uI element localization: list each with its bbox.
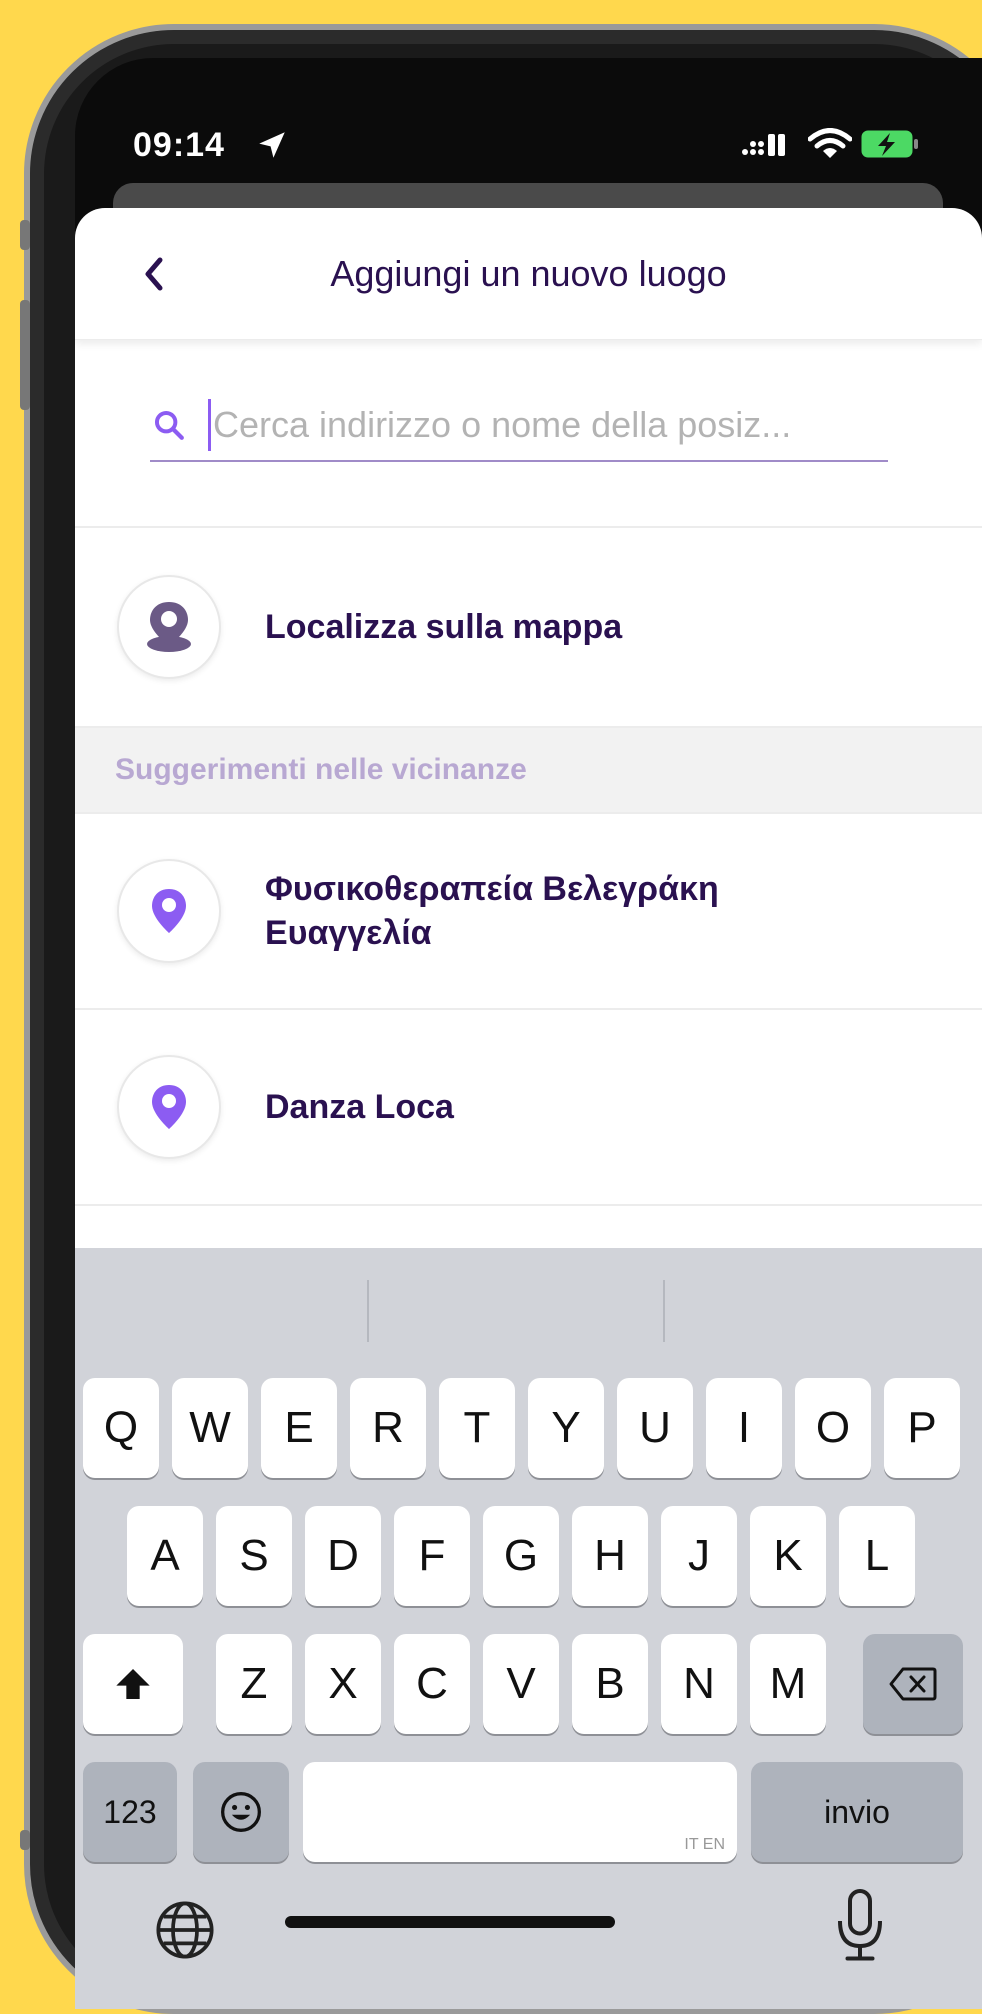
- key-q[interactable]: Q: [83, 1378, 159, 1478]
- key-j[interactable]: J: [661, 1506, 737, 1606]
- nearby-suggestions-header: Suggerimenti nelle vicinanze: [75, 728, 982, 814]
- key-i[interactable]: I: [706, 1378, 782, 1478]
- search-input[interactable]: [211, 404, 888, 446]
- numbers-key[interactable]: 123: [83, 1762, 177, 1862]
- key-r[interactable]: R: [350, 1378, 426, 1478]
- backspace-icon: [889, 1667, 937, 1701]
- suggestion-icon-circle: [117, 1055, 221, 1159]
- section-heading: Suggerimenti nelle vicinanze: [115, 753, 527, 786]
- key-a[interactable]: A: [127, 1506, 203, 1606]
- language-hint: IT EN: [684, 1836, 725, 1853]
- back-button[interactable]: [131, 252, 175, 296]
- keyboard-row-1: Q W E R T Y U I O P: [75, 1378, 982, 1478]
- key-k[interactable]: K: [750, 1506, 826, 1606]
- side-button: [20, 300, 30, 410]
- key-l[interactable]: L: [839, 1506, 915, 1606]
- key-v[interactable]: V: [483, 1634, 559, 1734]
- suggestion-icon-circle: [117, 859, 221, 963]
- key-p[interactable]: P: [884, 1378, 960, 1478]
- key-h[interactable]: H: [572, 1506, 648, 1606]
- locate-icon-circle: [117, 575, 221, 679]
- side-button: [20, 220, 30, 250]
- key-b[interactable]: B: [572, 1634, 648, 1734]
- key-d[interactable]: D: [305, 1506, 381, 1606]
- locate-on-map-label: Localizza sulla mappa: [265, 607, 623, 646]
- page-title: Aggiungi un nuovo luogo: [330, 252, 727, 294]
- space-key[interactable]: IT EN: [303, 1762, 737, 1862]
- key-u[interactable]: U: [617, 1378, 693, 1478]
- locate-on-map-row[interactable]: Localizza sulla mappa: [75, 528, 982, 728]
- suggestion-item[interactable]: Φυσικοθεραπεία Βελεγράκη Ευαγγελία: [75, 814, 982, 1010]
- map-pin-icon: [152, 889, 186, 933]
- search-field[interactable]: [150, 390, 888, 462]
- suggestion-divider: [367, 1280, 369, 1342]
- back-chevron-icon: [145, 257, 163, 291]
- keyboard-row-4: 123 IT EN invio: [75, 1762, 982, 1862]
- emoji-icon: [221, 1792, 261, 1832]
- return-key[interactable]: invio: [751, 1762, 963, 1862]
- search-icon: [154, 410, 184, 440]
- map-pin-person-icon: [147, 602, 191, 652]
- key-s[interactable]: S: [216, 1506, 292, 1606]
- keyboard: Q W E R T Y U I O P A S D F G H J K L Z: [75, 1248, 982, 2009]
- microphone-icon[interactable]: [835, 1888, 885, 1964]
- key-y[interactable]: Y: [528, 1378, 604, 1478]
- globe-icon[interactable]: [153, 1898, 217, 1962]
- status-time: 09:14: [133, 126, 225, 164]
- header: Aggiungi un nuovo luogo: [75, 208, 982, 340]
- location-arrow-icon: [259, 132, 285, 158]
- key-m[interactable]: M: [750, 1634, 826, 1734]
- keyboard-row-3: Z X C V B N M: [75, 1634, 982, 1734]
- home-indicator[interactable]: [285, 1916, 615, 1928]
- suggestion-divider: [663, 1280, 665, 1342]
- suggestion-label: Danza Loca: [265, 1087, 454, 1126]
- map-pin-icon: [152, 1085, 186, 1129]
- key-c[interactable]: C: [394, 1634, 470, 1734]
- suggestion-label: Φυσικοθεραπεία Βελεγράκη Ευαγγελία: [265, 869, 719, 952]
- key-t[interactable]: T: [439, 1378, 515, 1478]
- shift-icon: [116, 1669, 150, 1699]
- signal-icon: [742, 134, 785, 156]
- keyboard-row-2: A S D F G H J K L: [75, 1506, 982, 1606]
- key-o[interactable]: O: [795, 1378, 871, 1478]
- key-x[interactable]: X: [305, 1634, 381, 1734]
- emoji-key[interactable]: [193, 1762, 289, 1862]
- key-z[interactable]: Z: [216, 1634, 292, 1734]
- backspace-key[interactable]: [863, 1634, 963, 1734]
- suggestion-item[interactable]: Danza Loca: [75, 1010, 982, 1206]
- screen: 09:14 Aggiungi un nuovo luogo Cerca indi…: [75, 58, 982, 2009]
- key-f[interactable]: F: [394, 1506, 470, 1606]
- key-g[interactable]: G: [483, 1506, 559, 1606]
- side-button: [20, 1830, 30, 1850]
- battery-charging-icon: [861, 130, 918, 158]
- key-e[interactable]: E: [261, 1378, 337, 1478]
- key-n[interactable]: N: [661, 1634, 737, 1734]
- shift-key[interactable]: [83, 1634, 183, 1734]
- search-section: [75, 340, 982, 528]
- key-w[interactable]: W: [172, 1378, 248, 1478]
- wifi-icon: [808, 128, 852, 158]
